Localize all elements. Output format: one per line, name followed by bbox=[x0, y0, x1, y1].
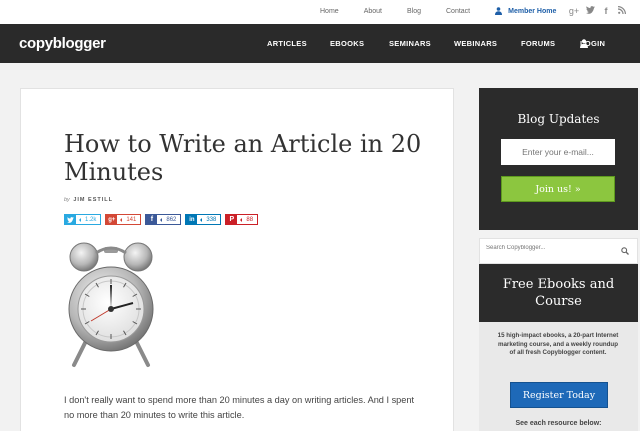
nav-articles[interactable]: ARTICLES bbox=[267, 39, 307, 48]
ebooks-title: Free Ebooks and Course bbox=[479, 264, 638, 322]
member-home-link[interactable]: Member Home bbox=[495, 7, 556, 15]
facebook-icon: f bbox=[146, 215, 158, 224]
facebook-share-button[interactable]: f 862 bbox=[145, 214, 182, 225]
search-icon[interactable] bbox=[621, 247, 629, 255]
rss-icon[interactable] bbox=[614, 6, 630, 16]
linkedin-icon: in bbox=[186, 215, 198, 224]
main-nav: copyblogger ARTICLES EBOOKS SEMINARS WEB… bbox=[0, 24, 640, 63]
pinterest-share-count: 88 bbox=[237, 215, 258, 224]
ebooks-widget: 15 high-impact ebooks, a 20-part Interne… bbox=[479, 322, 638, 431]
linkedin-share-button[interactable]: in 338 bbox=[185, 214, 222, 225]
member-home-label: Member Home bbox=[508, 7, 557, 15]
search-box bbox=[479, 238, 638, 264]
user-icon bbox=[495, 7, 503, 15]
utility-links: Home About Blog Contact Member Home bbox=[320, 7, 556, 15]
linkedin-share-count: 338 bbox=[197, 215, 221, 224]
byline: by JIM ESTILL bbox=[64, 197, 113, 203]
twitter-share-count: 1.2k bbox=[76, 215, 101, 224]
facebook-share-count: 862 bbox=[157, 215, 181, 224]
article-card: How to Write an Article in 20 Minutes by… bbox=[20, 88, 454, 431]
social-links: g+ f bbox=[566, 6, 630, 16]
nav-ebooks[interactable]: EBOOKS bbox=[330, 39, 364, 48]
email-field[interactable] bbox=[501, 139, 615, 165]
blog-updates-widget: Blog Updates Join us! » bbox=[479, 88, 638, 230]
blog-link[interactable]: Blog bbox=[407, 8, 421, 15]
nav-seminars[interactable]: SEMINARS bbox=[389, 39, 431, 48]
alarm-clock-image bbox=[68, 242, 154, 367]
google-plus-share-count: 141 bbox=[117, 215, 141, 224]
see-resources-text: See each resource below: bbox=[515, 420, 602, 427]
byline-prefix: by bbox=[64, 197, 70, 203]
blog-updates-title: Blog Updates bbox=[517, 112, 600, 126]
author-name[interactable]: JIM ESTILL bbox=[73, 197, 113, 203]
facebook-icon[interactable]: f bbox=[598, 6, 614, 16]
utility-bar: Home About Blog Contact Member Home g+ f bbox=[0, 0, 640, 24]
login-label: LOGIN bbox=[580, 39, 606, 48]
about-link[interactable]: About bbox=[364, 8, 382, 15]
pinterest-icon: P bbox=[226, 215, 238, 224]
contact-link[interactable]: Contact bbox=[446, 8, 470, 15]
twitter-icon[interactable] bbox=[582, 6, 598, 16]
pinterest-share-button[interactable]: P 88 bbox=[225, 214, 259, 225]
article-body: I don't really want to spend more than 2… bbox=[64, 395, 415, 420]
home-link[interactable]: Home bbox=[320, 8, 339, 15]
join-button[interactable]: Join us! » bbox=[501, 176, 615, 202]
article-title: How to Write an Article in 20 Minutes bbox=[64, 130, 422, 186]
twitter-share-button[interactable]: 1.2k bbox=[64, 214, 102, 225]
search-input[interactable] bbox=[486, 245, 611, 251]
register-button[interactable]: Register Today bbox=[510, 382, 608, 408]
google-plus-icon[interactable]: g+ bbox=[566, 6, 582, 16]
ebooks-description: 15 high-impact ebooks, a 20-part Interne… bbox=[497, 332, 619, 356]
google-plus-share-button[interactable]: g+ 141 bbox=[105, 214, 142, 225]
login-button[interactable]: LOGIN bbox=[580, 39, 605, 48]
twitter-icon bbox=[65, 215, 76, 224]
google-plus-icon: g+ bbox=[106, 215, 118, 224]
share-buttons: 1.2k g+ 141 f 862 in 338 P 88 bbox=[64, 214, 262, 225]
nav-forums[interactable]: FORUMS bbox=[521, 39, 555, 48]
nav-webinars[interactable]: WEBINARS bbox=[454, 39, 497, 48]
